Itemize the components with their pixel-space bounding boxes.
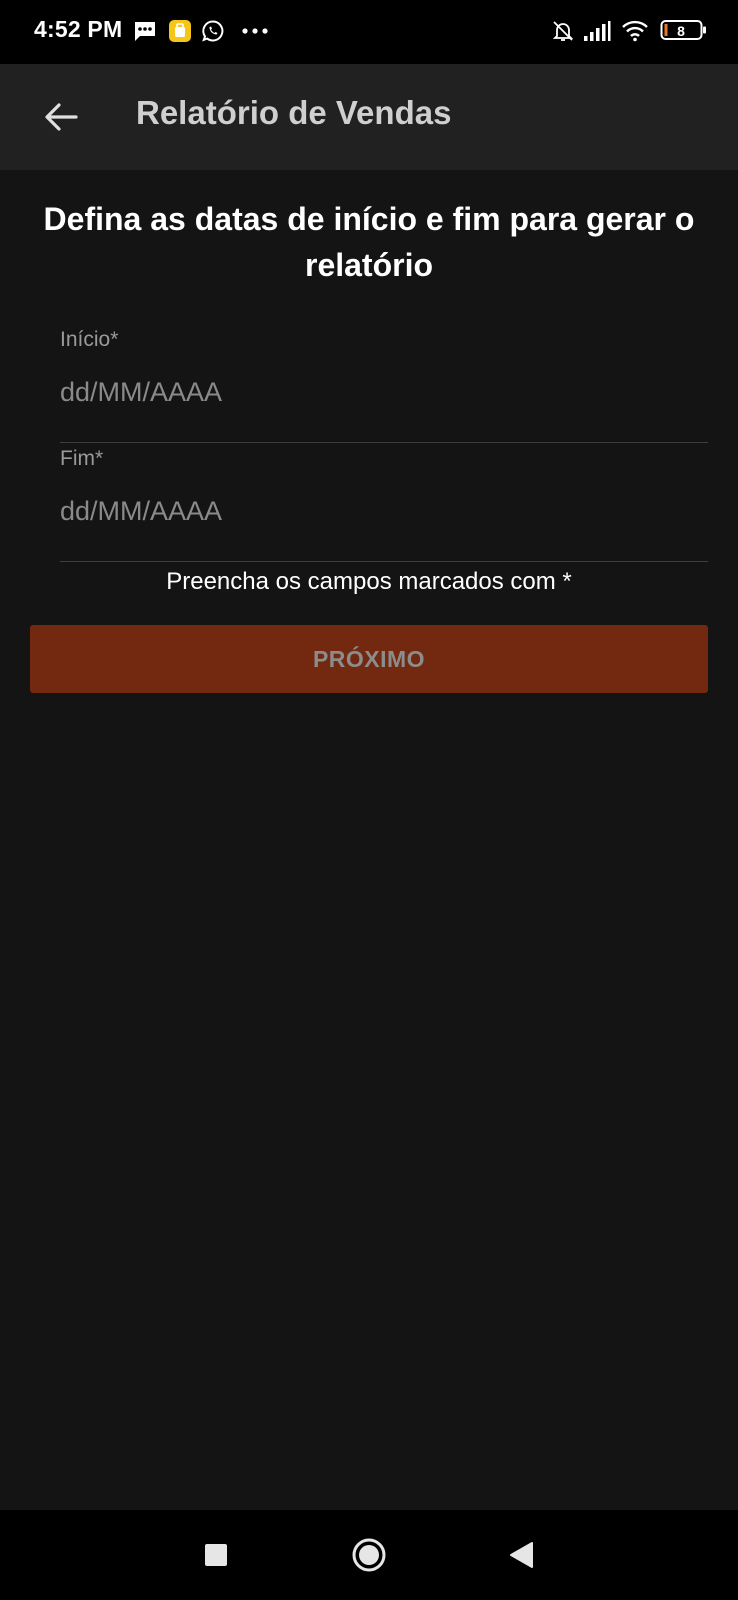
- arrow-back-icon: [45, 103, 78, 131]
- status-bar: 4:52 PM 8: [0, 0, 738, 64]
- notifications-muted-icon: [550, 18, 576, 44]
- signal-icon: [582, 18, 612, 44]
- wifi-icon: [620, 18, 650, 44]
- start-date-input[interactable]: [60, 370, 700, 414]
- whatsapp-icon: [200, 18, 226, 44]
- back-triangle-icon: [510, 1542, 533, 1568]
- battery-icon: 8: [660, 18, 708, 44]
- required-fields-hint: Preencha os campos marcados com *: [166, 568, 572, 595]
- recents-square-icon: [205, 1544, 227, 1566]
- battery-level: 8: [677, 23, 685, 39]
- back-button[interactable]: [36, 92, 86, 142]
- sms-icon: [132, 18, 158, 44]
- status-time: 4:52 PM: [34, 16, 123, 42]
- start-date-field: Início*: [60, 328, 708, 443]
- form-heading: Defina as datas de início e fim para ger…: [43, 201, 695, 283]
- home-button[interactable]: [346, 1532, 392, 1578]
- screen: 4:52 PM 8 Relatório de Vendas Defina as …: [0, 0, 738, 1600]
- recents-button[interactable]: [193, 1532, 239, 1578]
- end-date-label: Fim*: [60, 447, 104, 470]
- app-notification-icon: [167, 18, 193, 44]
- nav-back-button[interactable]: [498, 1532, 544, 1578]
- system-nav-bar: [0, 1510, 738, 1600]
- more-dots-icon: [240, 18, 270, 44]
- home-circle-icon: [352, 1538, 386, 1572]
- page-title: Relatório de Vendas: [136, 94, 452, 131]
- end-date-input[interactable]: [60, 489, 700, 533]
- next-button[interactable]: PRÓXIMO: [30, 625, 708, 693]
- app-bar: Relatório de Vendas: [0, 64, 738, 170]
- end-date-field: Fim*: [60, 447, 708, 562]
- start-date-label: Início*: [60, 328, 119, 351]
